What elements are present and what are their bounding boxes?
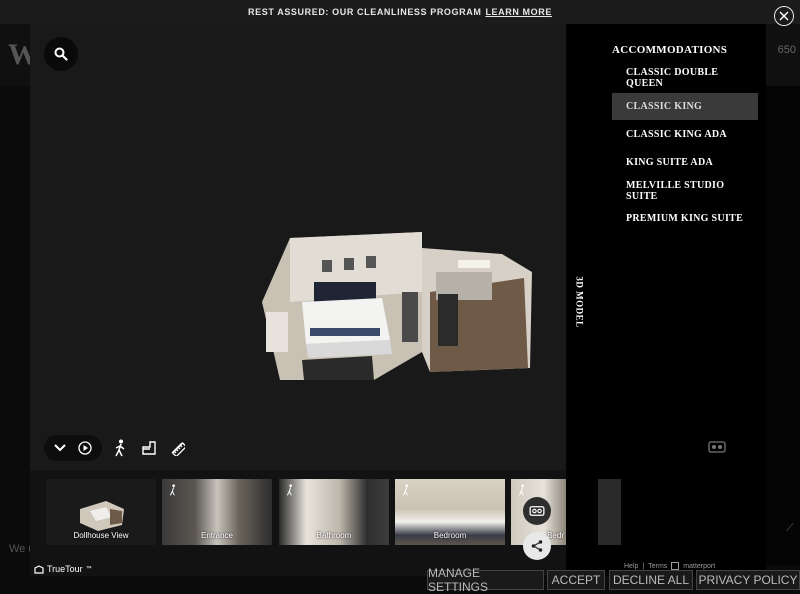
- thumbnail-next[interactable]: [598, 479, 621, 545]
- walk-icon: [402, 484, 408, 496]
- truetour-logo[interactable]: TrueTour ™: [34, 564, 92, 574]
- room-king-suite-ada[interactable]: KING SUITE ADA: [612, 149, 758, 176]
- accept-button[interactable]: ACCEPT: [547, 570, 605, 590]
- floorplan-button[interactable]: [139, 438, 159, 458]
- close-button[interactable]: [774, 6, 794, 26]
- truetour-icon: [34, 564, 44, 574]
- footer-separator: |: [642, 562, 645, 570]
- room-classic-king[interactable]: CLASSIC KING: [612, 93, 758, 120]
- learn-more-link[interactable]: LEARN MORE: [485, 7, 552, 17]
- privacy-policy-button[interactable]: PRIVACY POLICY: [696, 570, 800, 590]
- walk-icon: [286, 484, 292, 496]
- tab-3d-model[interactable]: 3D MODEL: [560, 272, 600, 332]
- thumbnail-label: Bathroom: [316, 531, 352, 540]
- thumbnail-label: Bedroom: [433, 531, 467, 540]
- tab-3d-model-label: 3D MODEL: [575, 276, 585, 328]
- tour-control-pill: [44, 435, 102, 461]
- walk-icon: [115, 439, 125, 457]
- matterport-icon: [671, 562, 680, 570]
- dollhouse-model[interactable]: [262, 232, 532, 382]
- measure-button[interactable]: [167, 438, 187, 458]
- truetour-label: TrueTour: [47, 564, 83, 574]
- scroll-arrow-icon: ⟋: [786, 522, 794, 534]
- thumbnail-label: Entrance: [200, 531, 234, 540]
- share-button[interactable]: [523, 532, 551, 560]
- matterport-label[interactable]: matterport: [683, 563, 715, 570]
- room-melville-studio-suite[interactable]: MELVILLE STUDIO SUITE: [612, 177, 758, 204]
- decline-all-button[interactable]: DECLINE ALL: [609, 570, 693, 590]
- manage-settings-button[interactable]: MANAGE SETTINGS: [427, 566, 544, 594]
- banner-text: REST ASSURED: OUR CLEANLINESS PROGRAM: [248, 7, 482, 17]
- terms-link[interactable]: Terms: [648, 563, 667, 570]
- thumbnail-entrance[interactable]: Entrance: [162, 479, 272, 545]
- thumbnail-bedroom[interactable]: Bedroom: [395, 479, 505, 545]
- accommodations-title: ACCOMMODATIONS: [612, 44, 728, 56]
- walk-icon: [518, 484, 524, 496]
- header-phone: 650: [777, 44, 796, 56]
- chevron-down-icon[interactable]: [54, 444, 66, 452]
- vr-headset-icon[interactable]: [708, 440, 726, 454]
- close-icon: [779, 11, 789, 21]
- walk-mode-button[interactable]: [110, 438, 130, 458]
- vr-headset-icon: [529, 506, 545, 516]
- room-classic-double-queen[interactable]: CLASSIC DOUBLE QUEEN: [612, 64, 758, 91]
- measure-icon: [171, 442, 185, 456]
- room-classic-king-ada[interactable]: CLASSIC KING ADA: [612, 121, 758, 148]
- help-link[interactable]: Help: [624, 563, 638, 570]
- room-premium-king-suite[interactable]: PREMIUM KING SUITE: [612, 205, 758, 232]
- floorplan-icon: [142, 441, 156, 455]
- search-icon: [54, 47, 68, 61]
- play-icon[interactable]: [78, 441, 92, 455]
- page-backdrop: [766, 86, 800, 566]
- search-button[interactable]: [44, 37, 78, 71]
- thumbnail-bathroom[interactable]: Bathroom: [279, 479, 389, 545]
- share-icon: [531, 540, 543, 552]
- walk-icon: [169, 484, 175, 496]
- trademark-mark: ™: [85, 566, 92, 572]
- matterport-footer: Help | Terms matterport: [624, 562, 715, 570]
- thumbnail-label: Dollhouse View: [73, 531, 129, 540]
- top-banner: REST ASSURED: OUR CLEANLINESS PROGRAM LE…: [0, 0, 800, 24]
- thumbnail-dollhouse[interactable]: Dollhouse View: [46, 479, 156, 545]
- vr-button[interactable]: [523, 497, 551, 525]
